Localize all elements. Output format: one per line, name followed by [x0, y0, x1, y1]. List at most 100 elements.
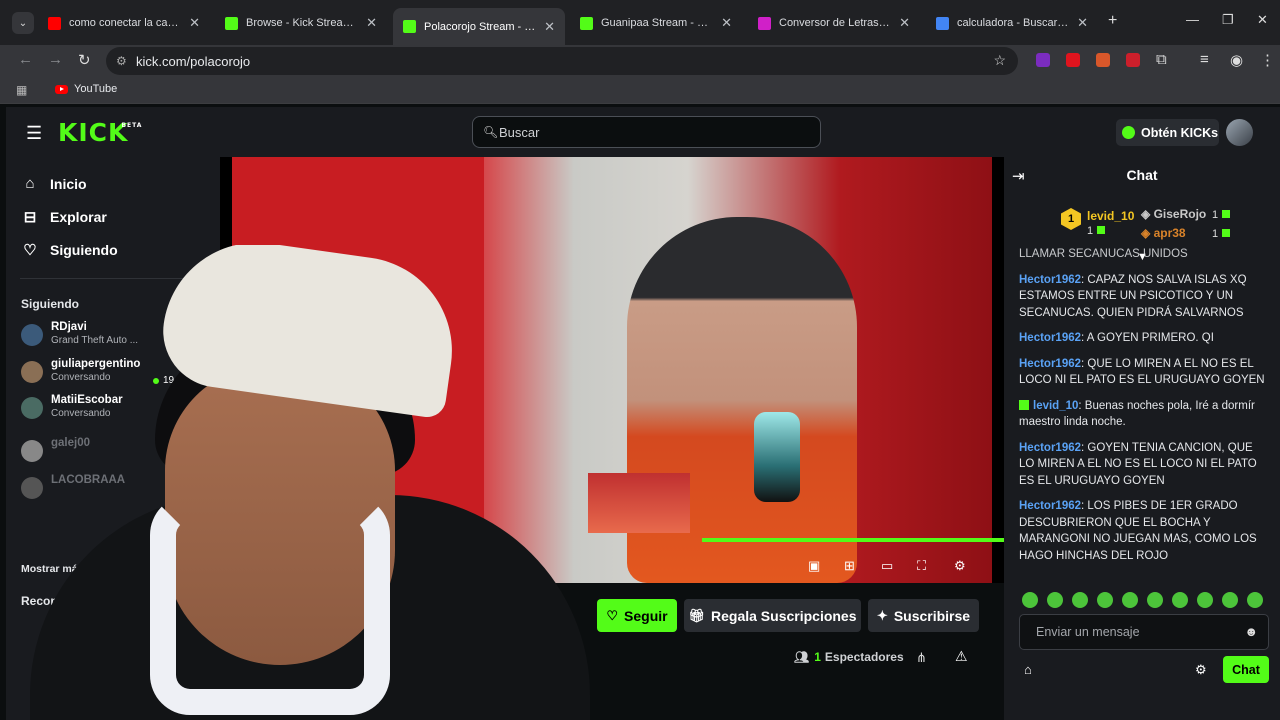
- close-window-button[interactable]: ✕: [1257, 12, 1268, 28]
- chat-username[interactable]: Hector1962: [1019, 442, 1081, 454]
- media-control-icon[interactable]: ≡: [1200, 51, 1209, 68]
- follow-label: Seguir: [624, 607, 668, 624]
- emote-icon[interactable]: [1072, 592, 1088, 608]
- chat-message: levid_10: Buenas noches pola, Iré a dorm…: [1019, 399, 1255, 428]
- browser-tab[interactable]: Browse - Kick Streaming ✕: [215, 8, 387, 38]
- report-warning-icon[interactable]: ⚠: [955, 648, 968, 665]
- pip-icon[interactable]: ▣: [808, 558, 820, 574]
- chat-message: LLAMAR SECANUCAS UNIDOS: [1019, 246, 1269, 263]
- fullscreen-icon[interactable]: ⛶: [917, 558, 926, 574]
- leaderboard-count: 1: [1212, 226, 1231, 240]
- chat-settings-icon[interactable]: ⚙: [1195, 662, 1207, 678]
- bookmark-star-icon[interactable]: ☆: [993, 52, 1006, 69]
- subscriber-badge-icon: [1019, 399, 1029, 410]
- bookmark-label: YouTube: [74, 83, 118, 95]
- store-icon[interactable]: ⌂: [1024, 662, 1032, 677]
- chat-message: Hector1962: GOYEN TENIA CANCION, QUE LO …: [1019, 441, 1257, 487]
- gift-label: Regala Suscripciones: [711, 607, 857, 624]
- chat-username[interactable]: Hector1962: [1019, 500, 1081, 512]
- leaderboard-entry[interactable]: levid_10 1: [1087, 209, 1134, 237]
- browser-tab[interactable]: Guanipaa Stream - Watch l ✕: [570, 8, 742, 38]
- extension-icon[interactable]: [1126, 53, 1140, 67]
- chat-message: Hector1962: LOS PIBES DE 1ER GRADO DESCU…: [1019, 500, 1257, 562]
- emote-icon[interactable]: [1147, 592, 1163, 608]
- theater-mode-icon[interactable]: ▭: [881, 558, 893, 574]
- close-tab-icon[interactable]: ✕: [1077, 15, 1088, 31]
- address-bar[interactable]: ⚙ kick.com/polacorojo ☆: [106, 47, 1018, 75]
- hamburger-menu-icon[interactable]: ☰: [26, 123, 42, 144]
- menu-kebab-icon[interactable]: ⋮: [1260, 51, 1275, 69]
- forward-icon[interactable]: →: [48, 51, 63, 68]
- reload-icon[interactable]: ↻: [78, 51, 91, 69]
- apps-grid-icon[interactable]: ▦: [16, 83, 27, 97]
- emote-icon[interactable]: [1172, 592, 1188, 608]
- close-tab-icon[interactable]: ✕: [366, 15, 377, 31]
- leaderboard-count: 1: [1212, 207, 1231, 221]
- chat-username[interactable]: Hector1962: [1019, 332, 1081, 344]
- video-progress-bar[interactable]: [702, 538, 1004, 542]
- emoji-icon[interactable]: ☻: [1244, 624, 1258, 639]
- settings-gear-icon[interactable]: ⚙: [954, 558, 966, 574]
- close-tab-icon[interactable]: ✕: [721, 15, 732, 31]
- emote-icon[interactable]: [1122, 592, 1138, 608]
- tab-title: como conectar la camara d: [69, 17, 181, 29]
- kick-logo[interactable]: KICK BETA: [58, 118, 141, 147]
- emote-icon[interactable]: [1022, 592, 1038, 608]
- bookmark-youtube[interactable]: YouTube: [55, 83, 117, 95]
- extension-icon[interactable]: [1096, 53, 1110, 67]
- emote-icon[interactable]: [1097, 592, 1113, 608]
- close-tab-icon[interactable]: ✕: [899, 15, 910, 31]
- chat-username[interactable]: Hector1962: [1019, 358, 1081, 370]
- gift-subs-button[interactable]: 🎁︎ Regala Suscripciones: [684, 599, 861, 632]
- get-kicks-button[interactable]: Obtén KICKs: [1116, 119, 1219, 146]
- back-icon[interactable]: ←: [18, 51, 33, 68]
- profile-icon[interactable]: ◉: [1230, 51, 1243, 69]
- emote-icon[interactable]: [1197, 592, 1213, 608]
- browser-toolbar: ← → ↻ ⚙ kick.com/polacorojo ☆ ⧉ ≡ ◉ ⋮: [0, 45, 1280, 77]
- site-info-icon[interactable]: ⚙: [116, 54, 127, 68]
- gift-leaderboard: 1 levid_10 1 ◈ GiseRojo 1 ◈ apr38 1: [1004, 192, 1280, 250]
- close-tab-icon[interactable]: ✕: [189, 15, 200, 31]
- sidebar-item-inicio[interactable]: ⌂ Inicio: [22, 175, 86, 192]
- gift-icon: 🎁︎: [688, 607, 705, 623]
- browser-tab[interactable]: calculadora - Buscar con G ✕: [926, 8, 1098, 38]
- emote-icon[interactable]: [1222, 592, 1238, 608]
- share-icon[interactable]: ⋔: [916, 650, 927, 666]
- chat-username[interactable]: levid_10: [1033, 400, 1078, 412]
- browser-tab[interactable]: como conectar la camara d ✕: [38, 8, 210, 38]
- browser-tab[interactable]: Conversor de Letras Cursiv ✕: [748, 8, 920, 38]
- close-tab-icon[interactable]: ✕: [544, 19, 555, 35]
- extensions-puzzle-icon[interactable]: ⧉: [1156, 51, 1167, 68]
- chat-send-button[interactable]: Chat: [1223, 656, 1269, 683]
- chat-panel: ⇥ Chat 1 levid_10 1 ◈ GiseRojo 1 ◈ apr38 …: [1004, 157, 1280, 720]
- new-tab-button[interactable]: +: [1108, 12, 1117, 30]
- sidebar-label: Explorar: [50, 209, 107, 225]
- leaderboard-entry[interactable]: ◈ GiseRojo: [1141, 207, 1206, 221]
- search-icon: 🔍︎: [483, 125, 499, 139]
- tab-search-button[interactable]: ⌄: [12, 12, 34, 34]
- clip-icon[interactable]: ⊞: [844, 558, 855, 574]
- viewer-count: 👥︎ 1 Espectadores: [794, 650, 904, 664]
- tab-favicon-icon: [225, 16, 238, 30]
- search-input[interactable]: 🔍︎ Buscar: [472, 116, 821, 148]
- browser-tab[interactable]: Polacorojo Stream - Wa ✕: [393, 8, 565, 45]
- emote-icon[interactable]: [1247, 592, 1263, 608]
- leaderboard-entry[interactable]: ◈ apr38: [1141, 226, 1186, 240]
- tab-favicon-icon: [48, 16, 61, 30]
- browser-tab-bar: ⌄ como conectar la camara d✕Browse - Kic…: [0, 0, 1280, 45]
- subscribe-button[interactable]: ✦ Suscribirse: [868, 599, 979, 632]
- subscribe-label: Suscribirse: [893, 607, 971, 624]
- maximize-button[interactable]: ❐: [1222, 12, 1234, 28]
- chat-message-input[interactable]: Enviar un mensaje ☻: [1019, 614, 1269, 650]
- emote-bar: [1022, 592, 1263, 608]
- chat-messages: LLAMAR SECANUCAS UNIDOS Hector1962: CAPAZ…: [1019, 248, 1269, 573]
- minimize-button[interactable]: —: [1186, 12, 1199, 27]
- chat-username[interactable]: Hector1962: [1019, 274, 1081, 286]
- extension-icon[interactable]: [1036, 53, 1050, 67]
- webcam-overlay: [0, 245, 616, 720]
- sidebar-item-explorar[interactable]: ⊟ Explorar: [22, 208, 107, 226]
- user-avatar[interactable]: [1226, 119, 1253, 146]
- tab-title: Conversor de Letras Cursiv: [779, 17, 891, 29]
- emote-icon[interactable]: [1047, 592, 1063, 608]
- extension-icon[interactable]: [1066, 53, 1080, 67]
